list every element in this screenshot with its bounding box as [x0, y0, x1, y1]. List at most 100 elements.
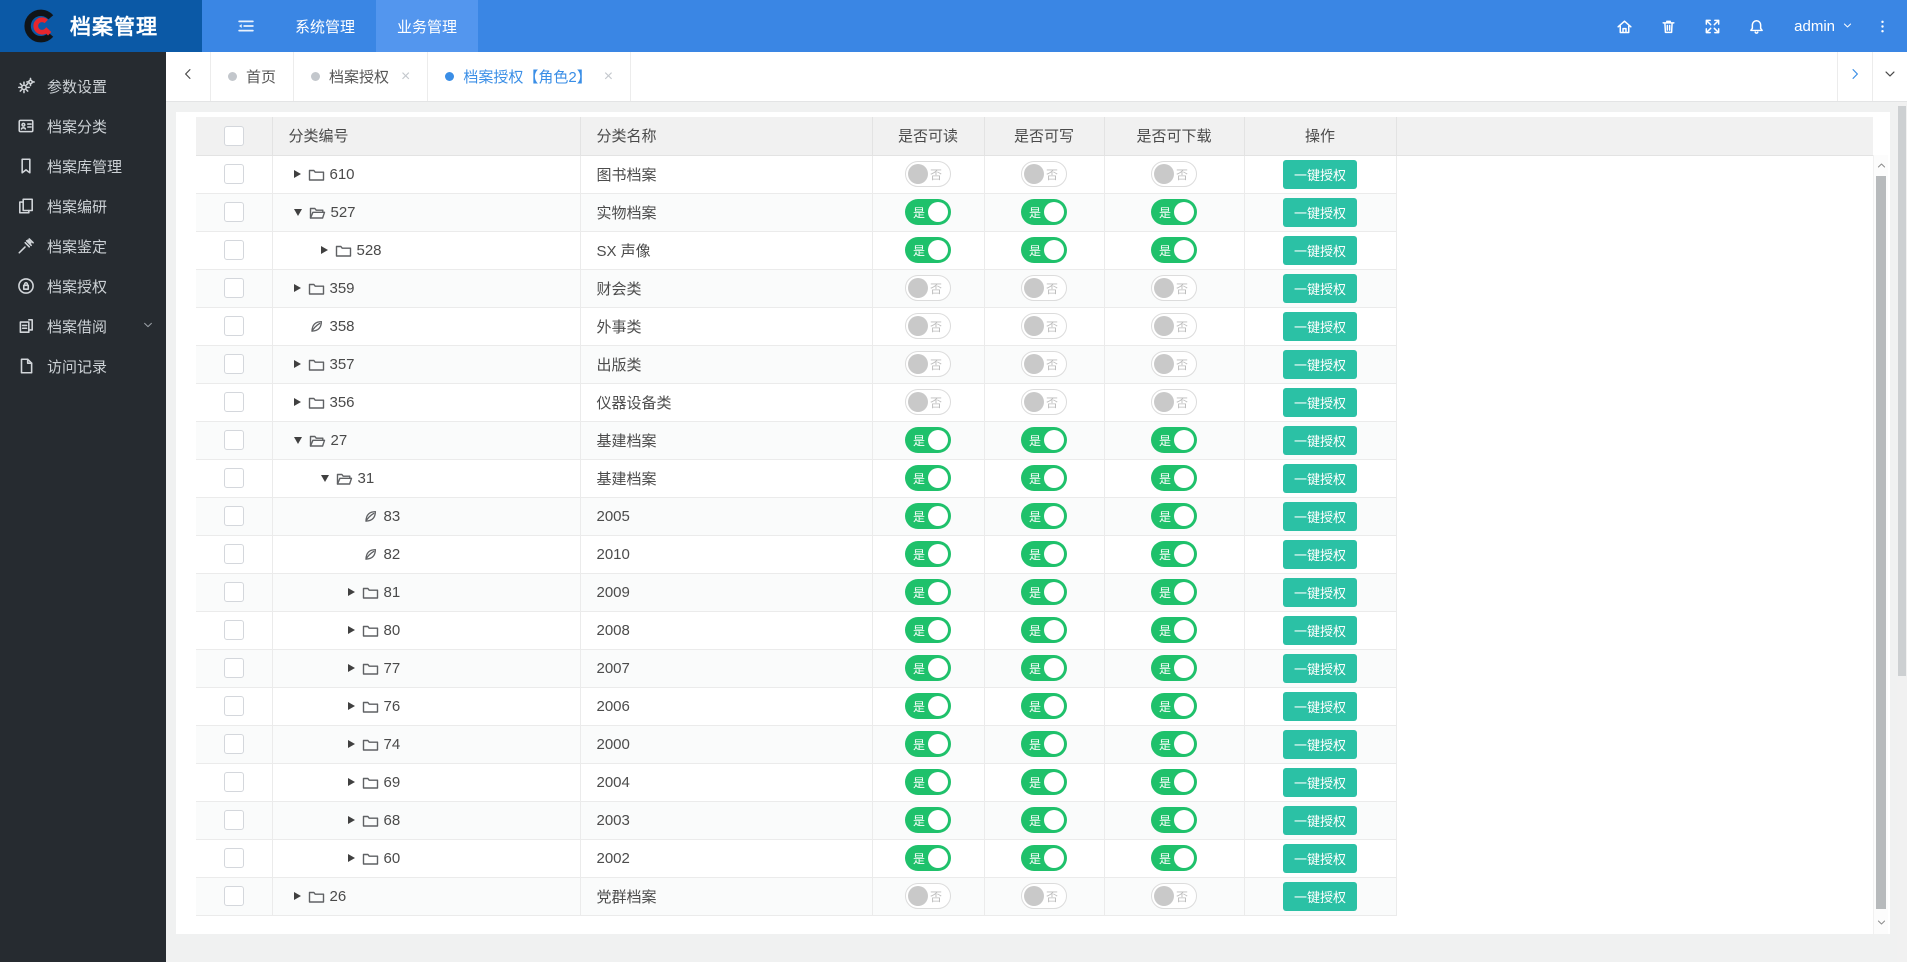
row-checkbox[interactable]	[224, 886, 244, 906]
expand-caret-icon[interactable]	[321, 246, 328, 254]
download-toggle[interactable]: 是	[1151, 693, 1197, 719]
write-toggle[interactable]: 否	[1021, 313, 1067, 339]
sidebar-item-0[interactable]: 参数设置	[0, 66, 166, 106]
read-toggle[interactable]: 是	[905, 845, 951, 871]
read-toggle[interactable]: 否	[905, 351, 951, 377]
sidebar-item-2[interactable]: 档案库管理	[0, 146, 166, 186]
expand-caret-icon[interactable]	[294, 398, 301, 406]
tab-close-icon[interactable]: ×	[604, 69, 613, 85]
expand-caret-icon[interactable]	[348, 588, 355, 596]
write-toggle[interactable]: 否	[1021, 883, 1067, 909]
bell-icon[interactable]	[1734, 0, 1778, 52]
write-toggle[interactable]: 是	[1021, 199, 1067, 225]
sidebar-item-6[interactable]: 档案借阅	[0, 306, 166, 346]
download-toggle[interactable]: 是	[1151, 541, 1197, 567]
table-scrollbar-thumb[interactable]	[1876, 176, 1886, 909]
authorize-all-button[interactable]: 一键授权	[1283, 350, 1357, 379]
authorize-all-button[interactable]: 一键授权	[1283, 388, 1357, 417]
row-checkbox[interactable]	[224, 506, 244, 526]
row-checkbox[interactable]	[224, 202, 244, 222]
download-toggle[interactable]: 是	[1151, 199, 1197, 225]
download-toggle[interactable]: 是	[1151, 503, 1197, 529]
authorize-all-button[interactable]: 一键授权	[1283, 274, 1357, 303]
scroll-up-icon[interactable]	[1874, 157, 1888, 173]
authorize-all-button[interactable]: 一键授权	[1283, 312, 1357, 341]
row-checkbox[interactable]	[224, 772, 244, 792]
write-toggle[interactable]: 是	[1021, 845, 1067, 871]
write-toggle[interactable]: 否	[1021, 351, 1067, 377]
fullscreen-icon[interactable]	[1690, 0, 1734, 52]
row-checkbox[interactable]	[224, 848, 244, 868]
write-toggle[interactable]: 是	[1021, 655, 1067, 681]
row-checkbox[interactable]	[224, 696, 244, 716]
expand-caret-icon[interactable]	[348, 854, 355, 862]
collapse-caret-icon[interactable]	[321, 475, 329, 482]
row-checkbox[interactable]	[224, 354, 244, 374]
write-toggle[interactable]: 是	[1021, 807, 1067, 833]
write-toggle[interactable]: 是	[1021, 731, 1067, 757]
expand-caret-icon[interactable]	[348, 740, 355, 748]
authorize-all-button[interactable]: 一键授权	[1283, 160, 1357, 189]
home-icon[interactable]	[1602, 0, 1646, 52]
write-toggle[interactable]: 是	[1021, 427, 1067, 453]
authorize-all-button[interactable]: 一键授权	[1283, 236, 1357, 265]
tab-2[interactable]: 档案授权【角色2】×	[428, 52, 631, 101]
read-toggle[interactable]: 是	[905, 237, 951, 263]
row-checkbox[interactable]	[224, 164, 244, 184]
row-checkbox[interactable]	[224, 734, 244, 754]
download-toggle[interactable]: 是	[1151, 579, 1197, 605]
write-toggle[interactable]: 否	[1021, 275, 1067, 301]
download-toggle[interactable]: 是	[1151, 807, 1197, 833]
download-toggle[interactable]: 是	[1151, 655, 1197, 681]
nav-item-0[interactable]: 系统管理	[274, 0, 376, 52]
read-toggle[interactable]: 是	[905, 199, 951, 225]
sidebar-item-4[interactable]: 档案鉴定	[0, 226, 166, 266]
write-toggle[interactable]: 是	[1021, 237, 1067, 263]
download-toggle[interactable]: 否	[1151, 351, 1197, 377]
sidebar-item-3[interactable]: 档案编研	[0, 186, 166, 226]
authorize-all-button[interactable]: 一键授权	[1283, 502, 1357, 531]
download-toggle[interactable]: 是	[1151, 237, 1197, 263]
read-toggle[interactable]: 是	[905, 731, 951, 757]
authorize-all-button[interactable]: 一键授权	[1283, 426, 1357, 455]
sidebar-item-1[interactable]: 档案分类	[0, 106, 166, 146]
read-toggle[interactable]: 是	[905, 617, 951, 643]
authorize-all-button[interactable]: 一键授权	[1283, 654, 1357, 683]
tabs-scroll-left-button[interactable]	[166, 52, 211, 101]
download-toggle[interactable]: 否	[1151, 161, 1197, 187]
read-toggle[interactable]: 是	[905, 427, 951, 453]
read-toggle[interactable]: 否	[905, 313, 951, 339]
authorize-all-button[interactable]: 一键授权	[1283, 730, 1357, 759]
select-all-checkbox[interactable]	[224, 126, 244, 146]
write-toggle[interactable]: 否	[1021, 389, 1067, 415]
authorize-all-button[interactable]: 一键授权	[1283, 768, 1357, 797]
read-toggle[interactable]: 否	[905, 275, 951, 301]
trash-icon[interactable]	[1646, 0, 1690, 52]
page-scrollbar-thumb[interactable]	[1898, 106, 1906, 676]
read-toggle[interactable]: 否	[905, 883, 951, 909]
download-toggle[interactable]: 否	[1151, 883, 1197, 909]
read-toggle[interactable]: 否	[905, 161, 951, 187]
scroll-down-icon[interactable]	[1874, 914, 1888, 930]
tab-0[interactable]: 首页	[211, 52, 294, 101]
write-toggle[interactable]: 是	[1021, 503, 1067, 529]
authorize-all-button[interactable]: 一键授权	[1283, 464, 1357, 493]
tabs-scroll-right-button[interactable]	[1837, 52, 1872, 101]
download-toggle[interactable]: 是	[1151, 465, 1197, 491]
expand-caret-icon[interactable]	[294, 284, 301, 292]
write-toggle[interactable]: 是	[1021, 541, 1067, 567]
row-checkbox[interactable]	[224, 658, 244, 678]
expand-caret-icon[interactable]	[348, 778, 355, 786]
expand-caret-icon[interactable]	[294, 360, 301, 368]
row-checkbox[interactable]	[224, 620, 244, 640]
download-toggle[interactable]: 是	[1151, 731, 1197, 757]
row-checkbox[interactable]	[224, 468, 244, 488]
sidebar-item-5[interactable]: 档案授权	[0, 266, 166, 306]
read-toggle[interactable]: 是	[905, 579, 951, 605]
read-toggle[interactable]: 是	[905, 503, 951, 529]
page-scrollbar[interactable]	[1897, 102, 1907, 962]
read-toggle[interactable]: 是	[905, 807, 951, 833]
authorize-all-button[interactable]: 一键授权	[1283, 882, 1357, 911]
tabs-menu-button[interactable]	[1872, 52, 1907, 101]
read-toggle[interactable]: 否	[905, 389, 951, 415]
